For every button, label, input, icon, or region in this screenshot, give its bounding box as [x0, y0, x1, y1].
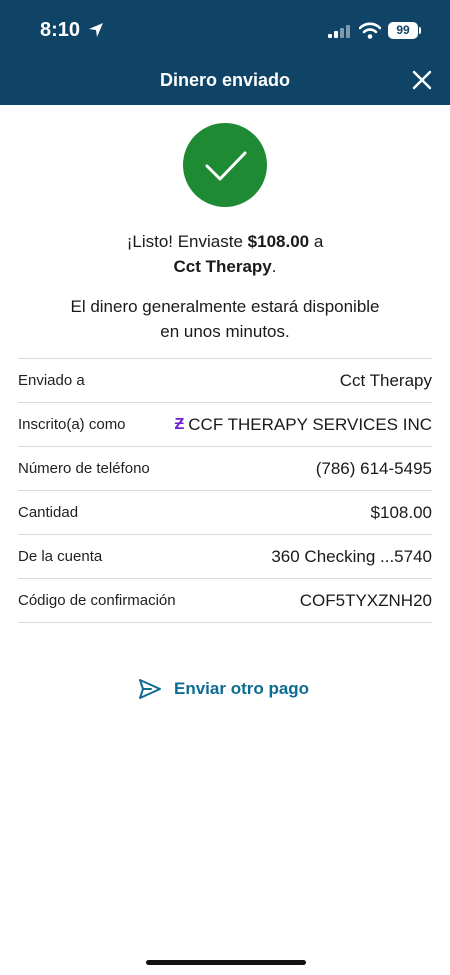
close-icon[interactable]: [410, 68, 434, 92]
confirmation-connector: a: [309, 232, 324, 251]
detail-value: CCF THERAPY SERVICES INC: [188, 414, 432, 434]
detail-row-account: De la cuenta 360 Checking ...5740: [18, 534, 432, 578]
send-another-payment-button[interactable]: Enviar otro pago: [138, 675, 309, 703]
detail-row-phone: Número de teléfono (786) 614-5495: [18, 446, 432, 490]
availability-note: El dinero generalmente estará disponible…: [0, 294, 450, 344]
detail-value: COF5TYXZNH20: [299, 590, 432, 610]
detail-value: $108.00: [370, 502, 432, 522]
location-arrow-icon: [89, 23, 103, 37]
success-badge: [183, 123, 267, 207]
detail-row-confirmation-code: Código de confirmación COF5TYXZNH20: [18, 578, 432, 623]
confirmation-recipient: Cct Therapy: [173, 257, 272, 276]
detail-row-sent-to: Enviado a Cct Therapy: [18, 358, 432, 402]
checkmark-icon: [205, 151, 247, 181]
detail-value: Cct Therapy: [339, 370, 432, 390]
zelle-icon: Ƶ: [174, 415, 185, 433]
detail-label: De la cuenta: [18, 548, 103, 565]
detail-label: Inscrito(a) como: [18, 416, 126, 433]
confirmation-suffix: .: [271, 257, 277, 276]
detail-label: Cantidad: [18, 504, 79, 521]
detail-value: 360 Checking ...5740: [271, 546, 432, 566]
detail-value: (786) 614-5495: [315, 458, 432, 478]
confirmation-amount: $108.00: [247, 232, 310, 251]
note-line-2: en unos minutos.: [160, 322, 290, 341]
battery-tip: [419, 27, 421, 34]
send-icon: [139, 679, 161, 699]
detail-label: Código de confirmación: [18, 592, 176, 609]
detail-value-wrap: Ƶ CCF THERAPY SERVICES INC: [174, 415, 432, 435]
status-time: 8:10: [40, 19, 81, 41]
note-line-1: El dinero generalmente estará disponible: [70, 297, 380, 316]
transaction-details: Enviado a Cct Therapy Inscrito(a) como Ƶ…: [18, 358, 432, 623]
cellular-signal-icon: [328, 25, 350, 38]
confirmation-prefix: ¡Listo! Enviaste: [126, 232, 248, 251]
detail-row-enrolled-as: Inscrito(a) como Ƶ CCF THERAPY SERVICES …: [18, 402, 432, 446]
detail-label: Enviado a: [18, 372, 85, 389]
wifi-icon: [359, 22, 381, 39]
send-another-payment-label: Enviar otro pago: [174, 679, 310, 698]
app-header: 8:10 99 Dinero enviado: [0, 0, 450, 105]
confirmation-message: ¡Listo! Enviaste $108.00 a Cct Therapy.: [0, 229, 450, 279]
home-indicator[interactable]: [146, 960, 306, 965]
detail-row-amount: Cantidad $108.00: [18, 490, 432, 534]
page-title: Dinero enviado: [159, 70, 291, 90]
detail-label: Número de teléfono: [18, 460, 150, 477]
battery-indicator: 99: [388, 22, 418, 39]
